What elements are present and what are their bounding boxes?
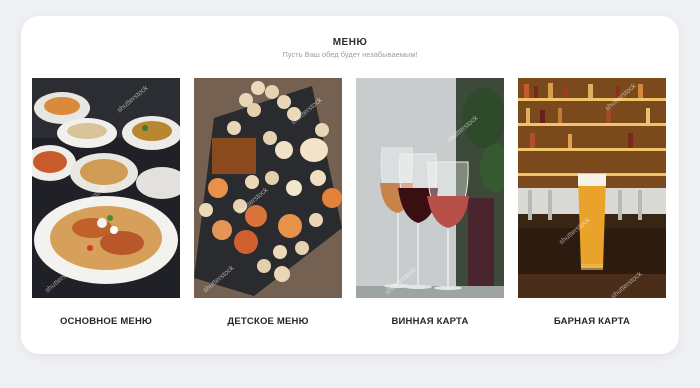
menu-item-kids[interactable]: shutterstock shutterstock shutterstock Д… — [194, 78, 342, 327]
menu-title: МЕНЮ — [332, 37, 368, 48]
main-dishes-photo[interactable]: shutterstock shutterstock shutterstock — [32, 78, 180, 298]
menu-item-label[interactable]: ОСНОВНОЕ МЕНЮ — [22, 316, 190, 327]
menu-card: МЕНЮ Пусть Ваш обед будет незабываемым! — [21, 16, 679, 354]
menu-item-label[interactable]: ВИННАЯ КАРТА — [346, 316, 514, 327]
menu-subtitle: Пусть Ваш обед будет незабываемым! — [282, 50, 418, 59]
menu-item-label[interactable]: ДЕТСКОЕ МЕНЮ — [184, 316, 352, 327]
menu-item-wine[interactable]: shutterstock shutterstock ВИННАЯ КАРТА — [356, 78, 504, 327]
kids-snacks-photo[interactable]: shutterstock shutterstock shutterstock — [194, 78, 342, 298]
menu-item-label[interactable]: БАРНАЯ КАРТА — [508, 316, 676, 327]
menu-item-main[interactable]: shutterstock shutterstock shutterstock О… — [32, 78, 180, 327]
beer-bar-photo[interactable]: shutterstock shutterstock shutterstock — [518, 78, 666, 298]
wine-glasses-photo[interactable]: shutterstock shutterstock — [356, 78, 504, 298]
menu-item-bar[interactable]: shutterstock shutterstock shutterstock Б… — [518, 78, 666, 327]
